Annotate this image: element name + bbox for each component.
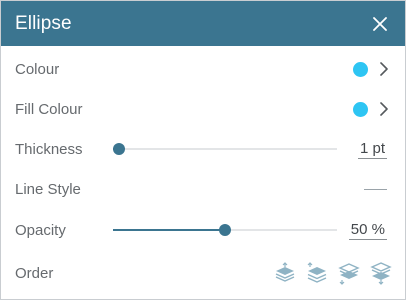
chevron-right-icon[interactable] — [377, 101, 391, 117]
line-style-label: Line Style — [15, 180, 81, 198]
order-label: Order — [15, 264, 54, 282]
shape-format-panel: Ellipse Colour Fill Colour Thickness 1 p… — [0, 0, 406, 300]
thickness-label: Thickness — [15, 140, 83, 158]
colour-row[interactable]: Colour — [1, 49, 405, 89]
line-style-selector[interactable] — [364, 188, 387, 190]
thickness-slider[interactable] — [113, 143, 337, 155]
fill-colour-row[interactable]: Fill Colour — [1, 89, 405, 129]
opacity-value[interactable]: 50 % — [348, 221, 387, 240]
opacity-slider[interactable] — [113, 224, 337, 236]
close-icon — [373, 16, 387, 31]
send-to-back-icon[interactable] — [369, 261, 393, 285]
slider-thumb[interactable] — [113, 143, 125, 155]
colour-label: Colour — [15, 60, 60, 78]
panel-header: Ellipse — [1, 1, 405, 46]
opacity-row: Opacity 50 % — [1, 210, 405, 250]
fill-colour-label: Fill Colour — [15, 100, 83, 118]
bring-forward-icon[interactable] — [305, 261, 329, 285]
thickness-value[interactable]: 1 pt — [357, 140, 387, 159]
chevron-right-icon[interactable] — [377, 61, 391, 77]
slider-track — [113, 148, 337, 150]
bring-to-front-icon[interactable] — [273, 261, 297, 285]
slider-fill — [113, 229, 225, 231]
line-style-row: Line Style — [1, 169, 405, 209]
panel-title: Ellipse — [15, 12, 72, 34]
order-buttons — [273, 261, 393, 285]
thickness-row: Thickness 1 pt — [1, 129, 405, 169]
close-button[interactable] — [369, 13, 391, 35]
fill-colour-swatch[interactable] — [353, 101, 368, 117]
colour-swatch[interactable] — [353, 61, 368, 77]
opacity-label: Opacity — [15, 221, 66, 239]
slider-thumb[interactable] — [219, 224, 231, 236]
send-backward-icon[interactable] — [337, 261, 361, 285]
order-row: Order — [1, 253, 405, 293]
